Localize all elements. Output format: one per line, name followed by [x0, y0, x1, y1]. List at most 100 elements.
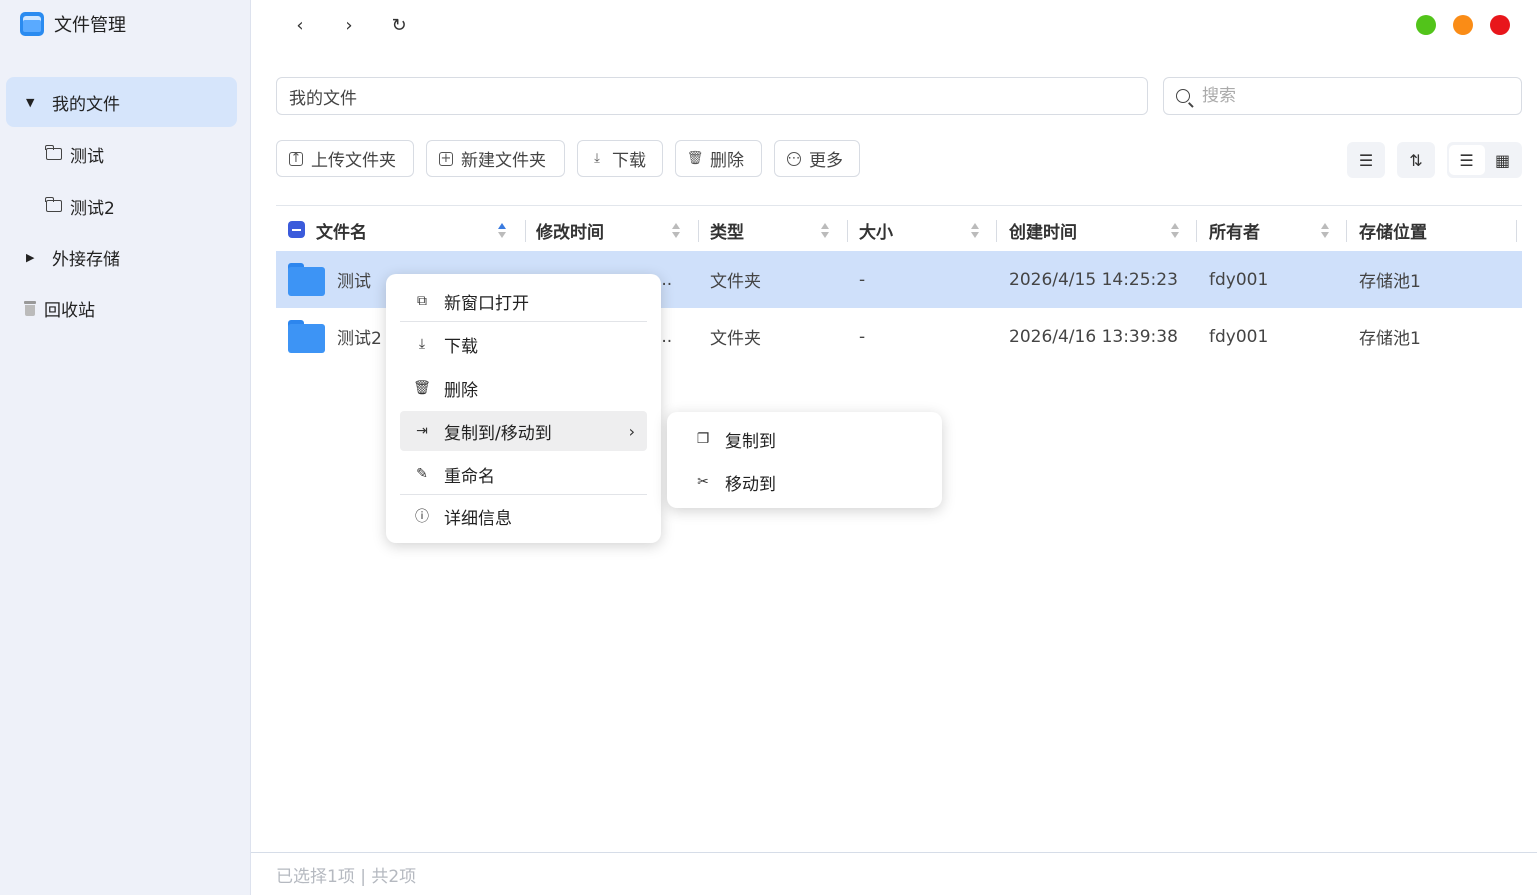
add-folder-icon: + — [439, 151, 453, 166]
search-input[interactable] — [1202, 86, 1502, 106]
folder-icon — [45, 145, 62, 160]
context-submenu: ❐ 复制到 ✂ 移动到 — [667, 412, 942, 508]
column-header-owner[interactable]: 所有者 — [1209, 206, 1260, 254]
sort-icon[interactable] — [821, 223, 829, 239]
sort-icon: ⇅ — [1409, 150, 1423, 170]
column-divider[interactable] — [525, 220, 526, 242]
back-button[interactable]: ‹ — [287, 12, 313, 38]
menu-divider — [400, 494, 647, 495]
status-text: 已选择1项 | 共2项 — [276, 866, 417, 887]
column-header-name[interactable]: 文件名 — [316, 206, 367, 254]
select-all-checkbox[interactable] — [288, 221, 305, 238]
sort-icon[interactable] — [672, 223, 680, 239]
status-bar: 已选择1项 | 共2项 — [251, 852, 1537, 895]
app-title: 文件管理 — [20, 10, 126, 38]
forward-button[interactable]: › — [336, 12, 362, 38]
sidebar-item-recycle-bin[interactable]: 回收站 — [6, 283, 237, 333]
copy-icon: ❐ — [696, 431, 710, 447]
download-label: 下载 — [612, 151, 646, 171]
cell-name: 测试2 — [337, 329, 382, 349]
sort-icon[interactable] — [971, 223, 979, 239]
menu-item-download[interactable]: ⤓ 下载 — [400, 324, 647, 364]
search-icon — [1176, 89, 1190, 103]
cell-size: - — [859, 269, 866, 290]
refresh-button[interactable]: ↻ — [386, 12, 412, 38]
menu-item-details[interactable]: ⓘ 详细信息 — [400, 496, 647, 536]
sort-icon[interactable] — [1321, 223, 1329, 239]
sidebar-item-label: 外接存储 — [52, 249, 120, 270]
delete-label: 删除 — [710, 151, 744, 171]
info-icon: ⓘ — [415, 509, 429, 525]
folder-icon — [288, 263, 325, 296]
chevron-right-icon: › — [628, 421, 635, 441]
sort-button[interactable]: ⇅ — [1397, 142, 1435, 178]
cell-name: 测试 — [337, 272, 371, 292]
trash-icon: 🗑 — [413, 380, 431, 396]
menu-item-delete[interactable]: 🗑 删除 — [400, 368, 647, 408]
list-view-icon[interactable]: ☰ — [1448, 145, 1485, 175]
menu-item-rename[interactable]: ✎ 重命名 — [400, 454, 647, 494]
maximize-button[interactable] — [1453, 15, 1473, 35]
column-divider[interactable] — [996, 220, 997, 242]
menu-item-copy-move[interactable]: ⇥ 复制到/移动到 › — [400, 411, 647, 451]
view-toggle: ☰ ▦ — [1447, 142, 1522, 178]
upload-folder-label: 上传文件夹 — [311, 151, 396, 171]
path-text: 我的文件 — [289, 88, 357, 109]
menu-item-label: 下载 — [444, 336, 478, 357]
table-header: 文件名 修改时间 类型 大小 创建时间 所有者 存储位置 — [276, 205, 1522, 253]
sidebar-item-test[interactable]: 测试 — [6, 129, 237, 179]
cloud-download-icon: ⤓ — [418, 336, 426, 352]
column-header-size[interactable]: 大小 — [859, 206, 893, 254]
menu-item-label: 新窗口打开 — [444, 293, 529, 314]
menu-item-label: 复制到 — [725, 431, 776, 452]
sidebar-item-label: 测试2 — [70, 198, 115, 219]
cell-owner: fdy001 — [1209, 269, 1269, 290]
cell-type: 文件夹 — [710, 272, 761, 292]
folder-icon — [45, 197, 62, 212]
sidebar-item-my-files[interactable]: ▼ 我的文件 — [6, 77, 237, 127]
column-divider[interactable] — [1516, 220, 1517, 242]
sidebar: 文件管理 ▼ 我的文件 测试 测试2 ▶ 外接存储 回收站 — [0, 0, 251, 895]
menu-item-label: 移动到 — [725, 474, 776, 495]
column-divider[interactable] — [847, 220, 848, 242]
menu-item-label: 重命名 — [444, 466, 495, 487]
path-bar[interactable]: 我的文件 — [276, 77, 1148, 115]
close-button[interactable] — [1490, 15, 1510, 35]
search-box[interactable] — [1163, 77, 1522, 115]
column-divider[interactable] — [698, 220, 699, 242]
grid-view-icon[interactable]: ▦ — [1485, 145, 1521, 175]
caret-right-icon[interactable]: ▶ — [26, 251, 40, 264]
column-divider[interactable] — [1196, 220, 1197, 242]
column-header-type[interactable]: 类型 — [710, 206, 744, 254]
menu-item-label: 删除 — [444, 380, 478, 401]
sidebar-item-test2[interactable]: 测试2 — [6, 181, 237, 231]
refresh-icon: ↻ — [391, 14, 407, 36]
sidebar-item-external-storage[interactable]: ▶ 外接存储 — [6, 232, 237, 282]
cell-size: - — [859, 326, 866, 347]
new-folder-button[interactable]: + 新建文件夹 — [426, 140, 565, 177]
menu-item-move-to[interactable]: ✂ 移动到 — [681, 462, 928, 502]
delete-button[interactable]: 🗑 删除 — [675, 140, 762, 177]
column-header-location[interactable]: 存储位置 — [1359, 206, 1427, 254]
column-settings-button[interactable]: ☰ — [1347, 142, 1385, 178]
sort-icon[interactable] — [1171, 223, 1179, 239]
trash-icon — [24, 300, 36, 316]
minimize-button[interactable] — [1416, 15, 1436, 35]
more-button[interactable]: ⋯ 更多 — [774, 140, 860, 177]
move-to-icon: ⇥ — [416, 423, 428, 439]
sort-icon[interactable] — [498, 223, 506, 239]
app-name: 文件管理 — [54, 15, 126, 36]
cell-location: 存储池1 — [1359, 272, 1421, 292]
upload-folder-button[interactable]: ↑ 上传文件夹 — [276, 140, 414, 177]
caret-down-icon[interactable]: ▼ — [26, 96, 40, 109]
menu-item-open-new-window[interactable]: ⧉ 新窗口打开 — [400, 281, 647, 321]
column-divider[interactable] — [1346, 220, 1347, 242]
cloud-download-icon: ⤓ — [594, 151, 600, 166]
menu-item-label: 详细信息 — [444, 508, 512, 529]
column-header-created[interactable]: 创建时间 — [1009, 206, 1077, 254]
column-header-modified[interactable]: 修改时间 — [536, 206, 604, 254]
menu-item-copy-to[interactable]: ❐ 复制到 — [681, 419, 928, 459]
sidebar-item-label: 我的文件 — [52, 94, 120, 115]
menu-divider — [400, 321, 647, 322]
download-button[interactable]: ⤓ 下载 — [577, 140, 663, 177]
